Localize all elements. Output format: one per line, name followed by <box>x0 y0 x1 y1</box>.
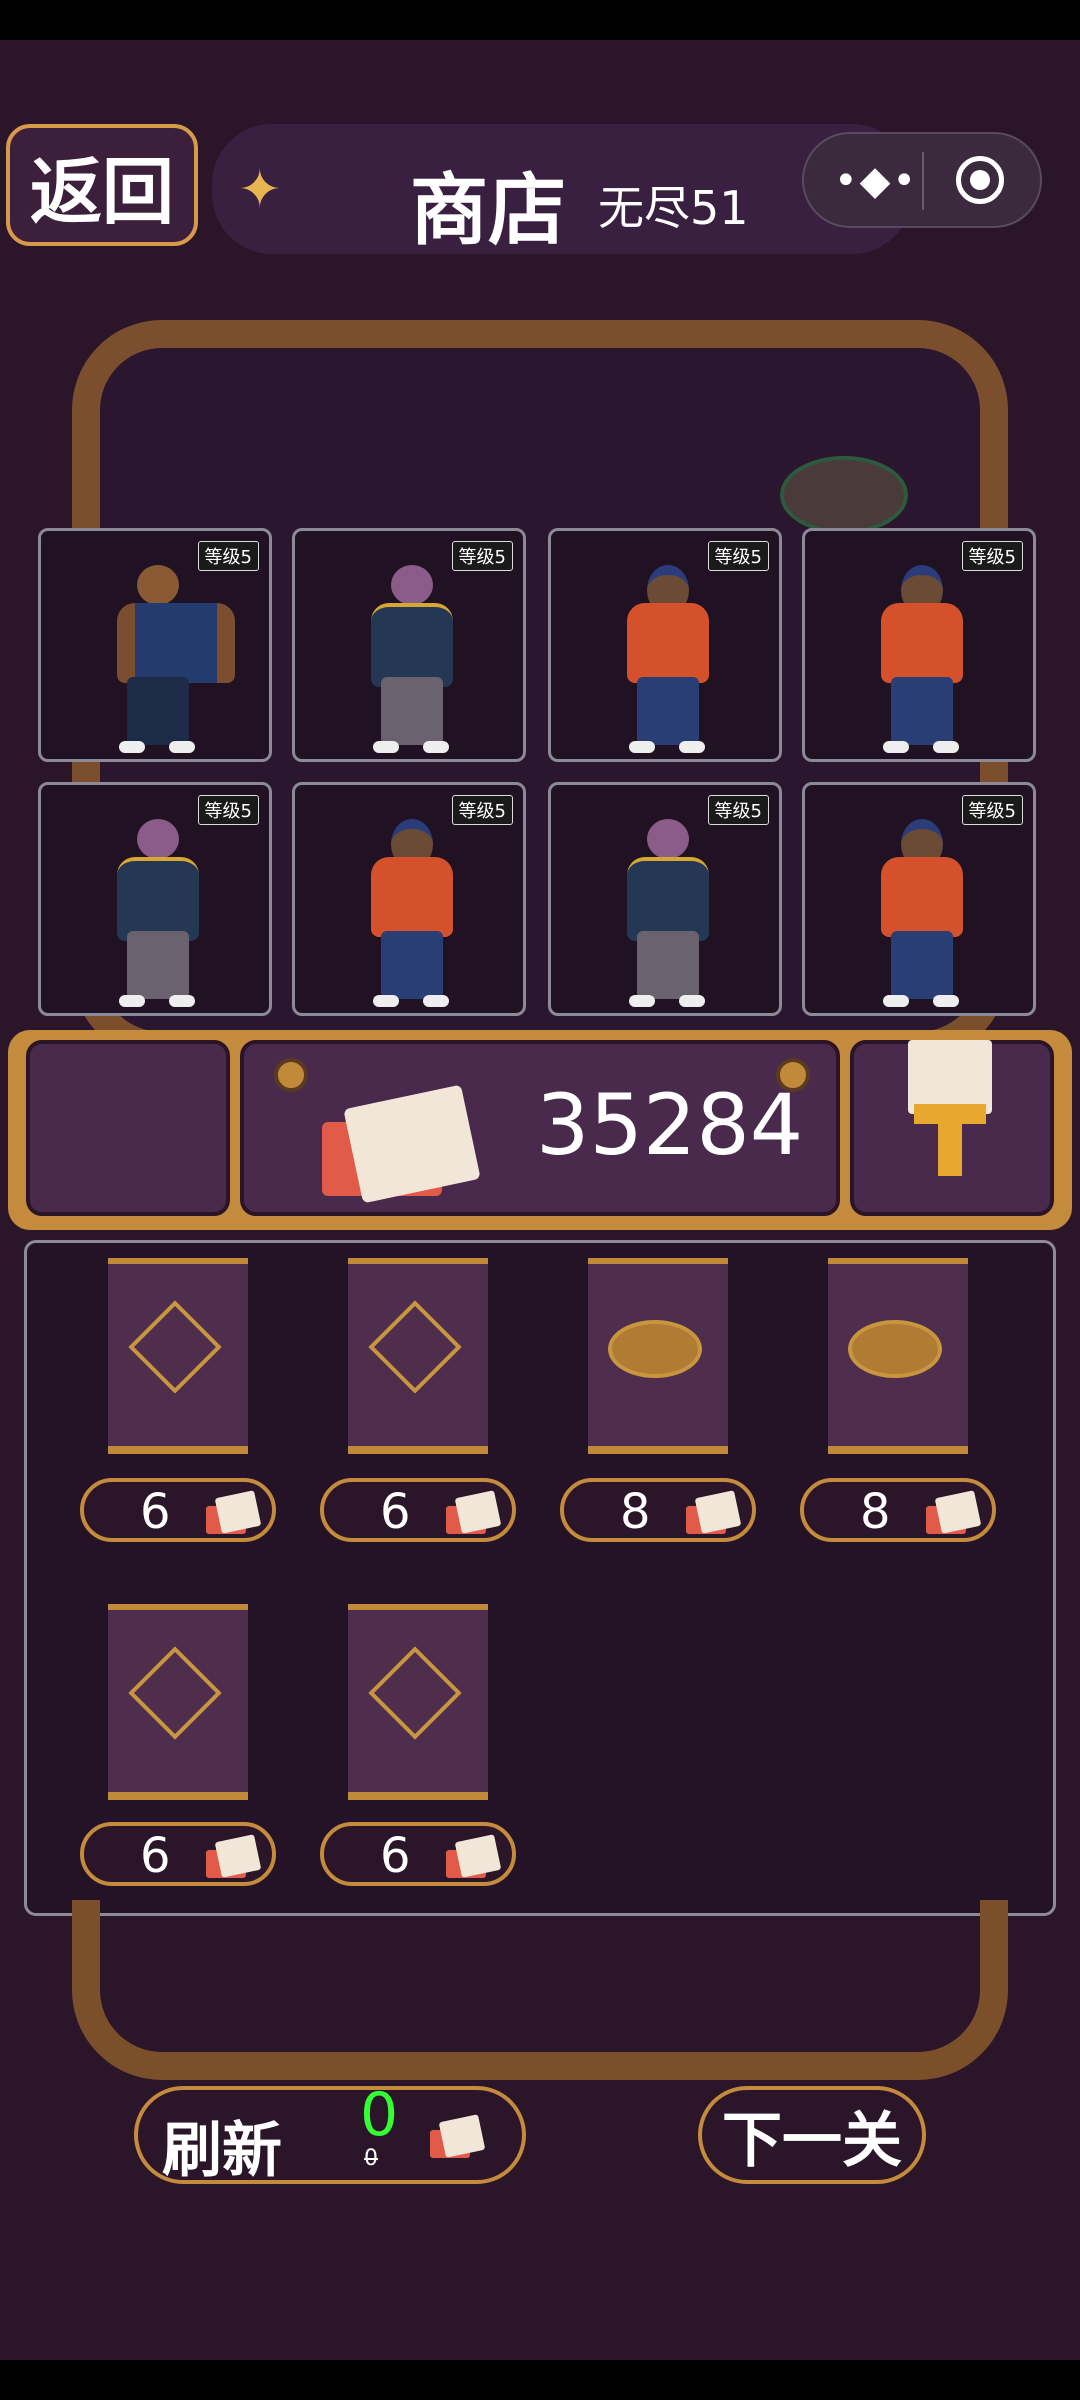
item-emblem-icon <box>608 1320 702 1378</box>
unit-card[interactable]: 等级5 <box>38 782 272 1016</box>
item-emblem-icon <box>368 1646 462 1740</box>
ticket-icon <box>206 1490 262 1534</box>
unit-card[interactable]: 等级5 <box>38 528 272 762</box>
unit-card[interactable]: 等级5 <box>548 528 782 762</box>
ticket-icon <box>926 1490 982 1534</box>
rivet <box>274 1058 308 1092</box>
ticket-icon <box>322 1084 481 1204</box>
monkey-character-icon <box>867 565 977 755</box>
refresh-label: 刷新 <box>162 2116 282 2186</box>
shop-item-card[interactable] <box>108 1258 248 1454</box>
close-miniprogram-icon[interactable] <box>956 156 1004 204</box>
item-emblem-icon <box>368 1300 462 1394</box>
price-button[interactable]: 6 <box>80 1478 276 1542</box>
page-title: 商店 <box>410 166 567 256</box>
item-emblem-icon <box>128 1646 222 1740</box>
shop-item-card[interactable] <box>348 1604 488 1800</box>
ticket-icon <box>446 1834 502 1878</box>
hippo-character-icon <box>613 819 723 1009</box>
nav-bar <box>0 2360 1080 2400</box>
price-value: 6 <box>140 1828 171 1884</box>
monkey-character-icon <box>357 819 467 1009</box>
price-button[interactable]: 6 <box>80 1822 276 1886</box>
price-button[interactable]: 8 <box>560 1478 756 1542</box>
price-button[interactable]: 6 <box>320 1478 516 1542</box>
hippo-character-icon <box>357 565 467 755</box>
ticket-icon <box>430 2114 490 2164</box>
price-button[interactable]: 6 <box>320 1822 516 1886</box>
refresh-cost: 0 <box>360 2080 399 2150</box>
price-value: 6 <box>380 1828 411 1884</box>
price-value: 8 <box>620 1484 651 1540</box>
price-value: 6 <box>380 1484 411 1540</box>
ticket-icon <box>686 1490 742 1534</box>
status-bar <box>0 0 1080 40</box>
capsule-divider <box>922 152 924 210</box>
mode-label: 无尽51 <box>598 181 749 235</box>
unit-card[interactable]: 等级5 <box>548 782 782 1016</box>
unit-card[interactable]: 等级5 <box>292 782 526 1016</box>
refresh-old-cost: 0 <box>364 2146 378 2171</box>
ticket-icon <box>446 1490 502 1534</box>
ticket-count: 35284 <box>536 1076 804 1174</box>
shop-item-card[interactable] <box>828 1258 968 1454</box>
miniprogram-capsule: •◆• <box>802 132 1042 228</box>
monkey-character-icon <box>867 819 977 1009</box>
unit-card[interactable]: 等级5 <box>292 528 526 762</box>
unit-card[interactable]: 等级5 <box>802 528 1036 762</box>
shop-item-card[interactable] <box>588 1258 728 1454</box>
board-frame-bottom <box>72 1900 1008 2080</box>
monkey-character-icon <box>613 565 723 755</box>
refresh-button[interactable]: 刷新 0 0 <box>134 2080 526 2186</box>
back-button[interactable]: 返回 <box>6 124 198 246</box>
more-options-icon[interactable]: •◆• <box>834 158 918 204</box>
shop-item-card[interactable] <box>108 1604 248 1800</box>
ticket-icon <box>206 1834 262 1878</box>
shop-item-card[interactable] <box>348 1258 488 1454</box>
empty-slot-panel[interactable] <box>26 1040 230 1216</box>
chip-stack-icon <box>780 456 908 534</box>
price-value: 8 <box>860 1484 891 1540</box>
item-emblem-icon <box>128 1300 222 1394</box>
sell-tool-icon[interactable] <box>900 1040 1000 1180</box>
item-emblem-icon <box>848 1320 942 1378</box>
price-button[interactable]: 8 <box>800 1478 996 1542</box>
sparkle-icon: ✦ <box>238 160 282 220</box>
hippo-character-icon <box>103 819 213 1009</box>
next-level-button[interactable]: 下一关 <box>698 2086 926 2184</box>
unit-card[interactable]: 等级5 <box>802 782 1036 1016</box>
price-value: 6 <box>140 1484 171 1540</box>
eagle-character-icon <box>103 565 235 755</box>
